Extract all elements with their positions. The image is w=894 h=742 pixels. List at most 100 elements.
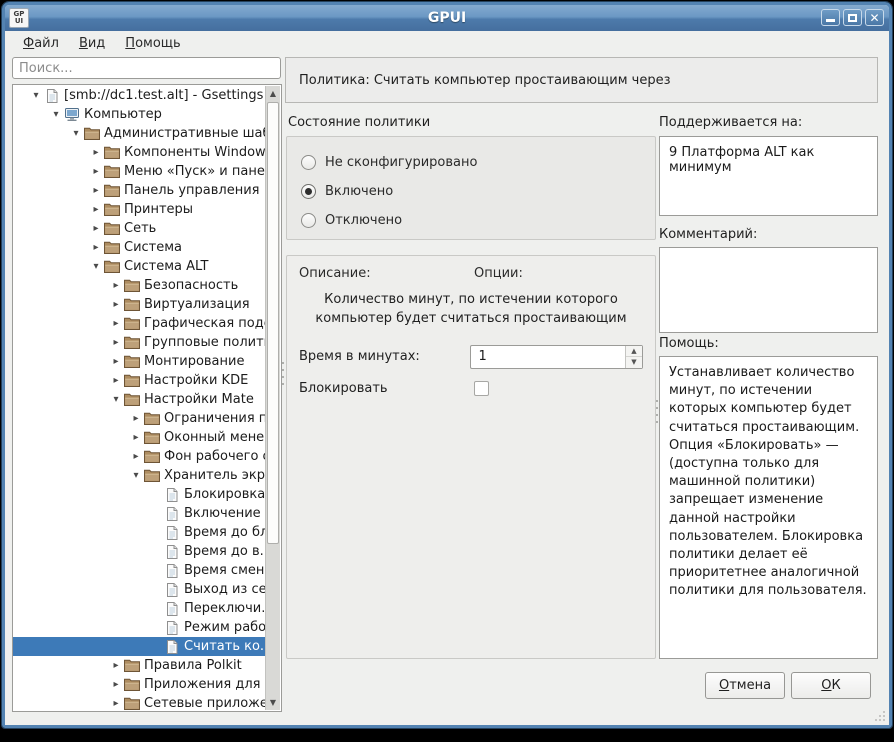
radio-option-0[interactable]: Не сконфигурировано [287, 148, 655, 177]
scroll-down-button[interactable]: ▼ [266, 695, 280, 710]
minimize-button[interactable] [821, 9, 840, 26]
radio-button[interactable] [301, 184, 316, 199]
expand-icon[interactable]: ▸ [129, 409, 143, 428]
tree-item[interactable]: ▾Компьютер [13, 105, 265, 124]
expand-icon[interactable]: ▸ [89, 219, 103, 238]
help-text: Устанавливает количество минут, по истеч… [669, 365, 867, 598]
tree-item[interactable]: Переключи... [13, 599, 265, 618]
search-input[interactable] [12, 57, 281, 79]
tree-item[interactable]: Считать ко... [13, 637, 265, 656]
computer-icon [63, 107, 80, 122]
tree-item[interactable]: Время до бл... [13, 523, 265, 542]
tree-item[interactable]: ▸Сетевые приложе... [13, 694, 265, 711]
folder-icon [143, 450, 160, 464]
tree-item[interactable]: ▸Правила Polkit [13, 656, 265, 675]
expand-icon[interactable]: ▸ [109, 333, 123, 352]
tree-item[interactable]: Время до в... [13, 542, 265, 561]
tree-item[interactable]: ▸Оконный мене... [13, 428, 265, 447]
radio-button[interactable] [301, 213, 316, 228]
tree-item[interactable]: ▾Хранитель экра... [13, 466, 265, 485]
time-spinbox[interactable]: 1 ▲ ▼ [470, 345, 643, 369]
menu-item-1[interactable]: Вид [71, 33, 113, 54]
document-icon [163, 582, 180, 598]
tree-item[interactable]: ▸Приложения для С... [13, 675, 265, 694]
expand-icon[interactable]: ▸ [109, 295, 123, 314]
folder-icon [103, 260, 120, 274]
expand-icon[interactable]: ▸ [89, 181, 103, 200]
spin-down-button[interactable]: ▼ [626, 357, 642, 368]
collapse-icon[interactable]: ▾ [29, 86, 43, 105]
tree-item-label: Блокировка ... [184, 487, 265, 502]
tree-item-label: Система [124, 240, 182, 255]
tree-item[interactable]: ▸Графическая подс... [13, 314, 265, 333]
panel-splitter[interactable] [282, 357, 285, 390]
folder-icon [123, 279, 140, 293]
tree-item[interactable]: Режим рабо... [13, 618, 265, 637]
tree-item-label: Сеть [124, 221, 156, 236]
folder-icon [83, 127, 100, 141]
collapse-icon[interactable]: ▾ [69, 124, 83, 143]
expand-icon[interactable]: ▸ [109, 694, 123, 711]
tree-item[interactable]: Выход из се... [13, 580, 265, 599]
tree-item[interactable]: ▾Система ALT [13, 257, 265, 276]
expand-icon[interactable]: ▸ [109, 276, 123, 295]
document-icon [163, 639, 180, 655]
supported-label: Поддерживается на: [659, 115, 802, 130]
tree-item[interactable]: ▾[smb://dc1.test.alt] - Gsettings [13, 86, 265, 105]
scroll-up-button[interactable]: ▲ [266, 86, 280, 101]
tree-item[interactable]: ▸Групповые политики [13, 333, 265, 352]
tree-item[interactable]: ▸Меню «Пуск» и панел... [13, 162, 265, 181]
comment-label: Комментарий: [659, 227, 757, 242]
ok-button[interactable]: ОК [791, 672, 871, 699]
comment-input[interactable] [659, 247, 878, 333]
expand-icon[interactable]: ▸ [89, 162, 103, 181]
maximize-button[interactable] [843, 9, 862, 26]
expand-icon[interactable]: ▸ [109, 675, 123, 694]
close-button[interactable]: ✕ [865, 9, 884, 26]
resize-grip[interactable] [873, 709, 885, 721]
radio-option-1[interactable]: Включено [287, 177, 655, 206]
tree-item[interactable]: Блокировка ... [13, 485, 265, 504]
tree-item[interactable]: ▾Административные шаб... [13, 124, 265, 143]
policy-state-group: Не сконфигурированоВключеноОтключено [286, 136, 656, 240]
lock-checkbox[interactable] [474, 381, 489, 396]
expand-icon[interactable]: ▸ [89, 238, 103, 257]
collapse-icon[interactable]: ▾ [89, 257, 103, 276]
collapse-icon[interactable]: ▾ [49, 105, 63, 124]
cancel-button[interactable]: Отмена [705, 672, 785, 699]
tree-item[interactable]: ▸Настройки KDE [13, 371, 265, 390]
collapse-icon[interactable]: ▾ [129, 466, 143, 485]
menu-item-2[interactable]: Помощь [117, 33, 188, 54]
radio-button[interactable] [301, 155, 316, 170]
expand-icon[interactable]: ▸ [109, 371, 123, 390]
radio-option-2[interactable]: Отключено [287, 206, 655, 235]
menu-item-0[interactable]: Файл [15, 33, 67, 54]
expand-icon[interactable]: ▸ [129, 447, 143, 466]
spin-up-button[interactable]: ▲ [626, 346, 642, 358]
expand-icon[interactable]: ▸ [109, 314, 123, 333]
expand-icon[interactable]: ▸ [89, 143, 103, 162]
tree-item[interactable]: ▸Панель управления [13, 181, 265, 200]
help-label: Помощь: [659, 336, 719, 351]
tree-item[interactable]: Время смен... [13, 561, 265, 580]
spin-buttons: ▲ ▼ [625, 346, 642, 368]
policy-tree: ▾[smb://dc1.test.alt] - Gsettings▾Компью… [12, 84, 282, 712]
tree-item[interactable]: ▸Принтеры [13, 200, 265, 219]
tree-item[interactable]: ▸Монтирование [13, 352, 265, 371]
collapse-icon[interactable]: ▾ [109, 390, 123, 409]
tree-item[interactable]: ▸ Система [13, 238, 265, 257]
tree-item[interactable]: ▸Компоненты Windows [13, 143, 265, 162]
tree-item[interactable]: ▸Виртуализация [13, 295, 265, 314]
expand-icon[interactable]: ▸ [129, 428, 143, 447]
tree-item[interactable]: ▸Фон рабочего с... [13, 447, 265, 466]
expand-icon[interactable]: ▸ [109, 352, 123, 371]
tree-item[interactable]: ▾Настройки Mate [13, 390, 265, 409]
scrollbar[interactable]: ▲ ▼ [265, 86, 280, 710]
tree-item[interactable]: Включение ... [13, 504, 265, 523]
expand-icon[interactable]: ▸ [109, 656, 123, 675]
tree-item[interactable]: ▸Безопасность [13, 276, 265, 295]
tree-item[interactable]: ▸Ограничения п... [13, 409, 265, 428]
scroll-thumb[interactable] [267, 102, 279, 544]
tree-item[interactable]: ▸ Сеть [13, 219, 265, 238]
expand-icon[interactable]: ▸ [89, 200, 103, 219]
